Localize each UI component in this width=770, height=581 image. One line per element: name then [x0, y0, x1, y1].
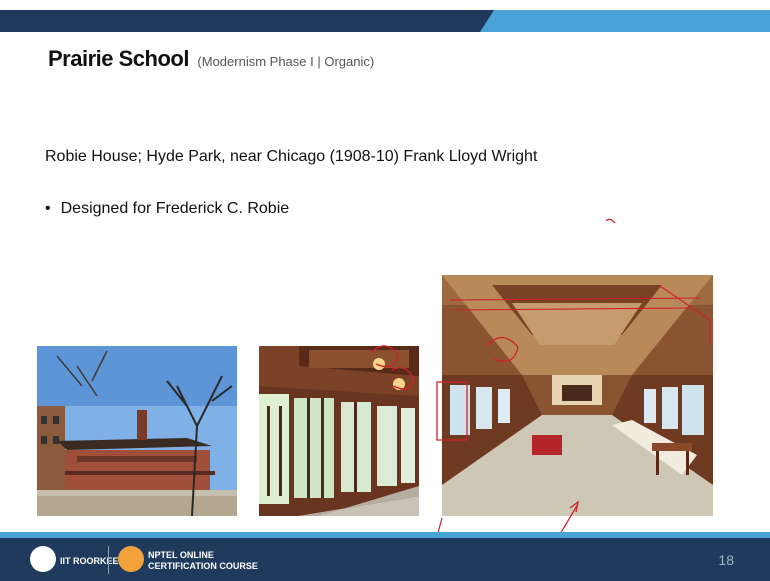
footer-course-line1: NPTEL ONLINE: [148, 550, 214, 560]
photo-robie-house-windows: [259, 346, 419, 516]
windows-illustration: [259, 346, 419, 516]
bullet-dot-icon: •: [45, 200, 51, 217]
footer-institution: IIT ROORKEE: [60, 556, 119, 566]
photo-robie-house-interior: [442, 275, 713, 516]
exterior-illustration: [37, 346, 237, 516]
iit-roorkee-logo-icon: [30, 546, 56, 572]
slide-heading: Robie House; Hyde Park, near Chicago (19…: [45, 148, 538, 165]
bullet-item: • Designed for Frederick C. Robie: [45, 200, 289, 218]
page-number: 18: [718, 552, 734, 568]
slide-title: Prairie School: [48, 46, 189, 71]
footer-divider: [108, 546, 109, 574]
slide-title-block: Prairie School (Modernism Phase I | Orga…: [48, 46, 374, 72]
footer-course: NPTEL ONLINE CERTIFICATION COURSE: [148, 550, 258, 572]
footer-course-line2: CERTIFICATION COURSE: [148, 561, 258, 571]
slide-subtitle: (Modernism Phase I | Organic): [197, 54, 375, 69]
nptel-logo-icon: [118, 546, 144, 572]
footer-accent-stripe: [0, 532, 770, 538]
bullet-text: Designed for Frederick C. Robie: [60, 200, 290, 217]
top-bar-accent: [480, 10, 770, 32]
photo-robie-house-exterior: [37, 346, 237, 516]
interior-illustration: [442, 275, 713, 516]
